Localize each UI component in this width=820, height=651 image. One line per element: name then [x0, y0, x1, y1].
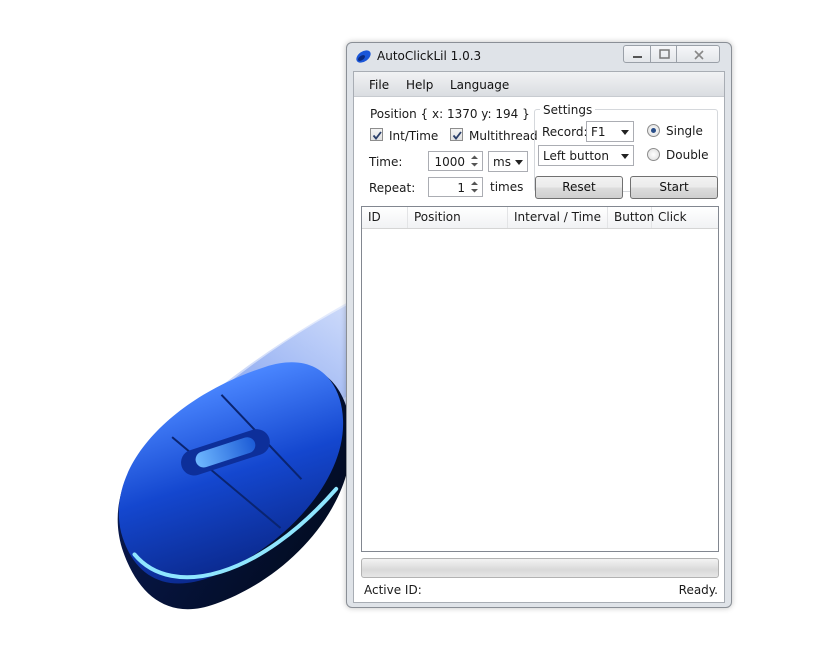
record-label: Record:	[542, 125, 588, 139]
single-click-label: Single	[666, 124, 703, 138]
mouse-button-value: Left button	[543, 149, 609, 163]
single-click-radio[interactable]	[647, 124, 660, 137]
spin-arrows-icon[interactable]	[468, 179, 481, 195]
active-id-label: Active ID:	[364, 583, 422, 597]
position-readout: Position { x: 1370 y: 194 }	[370, 107, 530, 121]
record-key-select[interactable]: F1	[586, 121, 634, 142]
column-id[interactable]: ID	[362, 207, 408, 228]
checkmark-icon	[452, 131, 462, 140]
minimize-icon	[633, 56, 642, 58]
close-button[interactable]	[676, 45, 720, 63]
menu-bar: File Help Language	[354, 72, 724, 97]
close-icon	[694, 50, 704, 60]
record-key-value: F1	[591, 125, 606, 139]
menu-help[interactable]: Help	[406, 78, 433, 92]
time-label: Time:	[369, 155, 403, 169]
time-input[interactable]: 1000	[428, 151, 483, 171]
menu-language[interactable]: Language	[450, 78, 509, 92]
radio-selected-dot	[651, 128, 656, 133]
column-interval-time[interactable]: Interval / Time	[508, 207, 608, 228]
status-text: Ready.	[678, 583, 718, 597]
repeat-unit-label: times	[490, 180, 524, 194]
int-time-label: Int/Time	[389, 129, 439, 143]
multithread-checkbox[interactable]	[450, 128, 463, 141]
reset-button[interactable]: Reset	[535, 176, 623, 199]
client-area: File Help Language Position { x: 1370 y:…	[353, 71, 725, 603]
table-body[interactable]	[362, 230, 718, 551]
menu-file[interactable]: File	[369, 78, 389, 92]
checkmark-icon	[372, 131, 382, 140]
chevron-down-icon	[621, 154, 629, 159]
multithread-label: Multithread	[469, 129, 538, 143]
app-pill-icon	[356, 50, 371, 63]
spin-arrows-icon[interactable]	[468, 153, 481, 169]
maximize-icon	[659, 49, 670, 59]
clicks-table[interactable]: ID Position Interval / Time Button Click	[361, 206, 719, 552]
window-title: AutoClickLil 1.0.3	[377, 49, 482, 63]
column-button[interactable]: Button	[608, 207, 654, 228]
column-position[interactable]: Position	[408, 207, 508, 228]
time-unit-value: ms	[493, 155, 511, 169]
progress-bar	[361, 558, 719, 578]
maximize-button[interactable]	[650, 45, 677, 63]
title-bar[interactable]: AutoClickLil 1.0.3	[347, 43, 731, 71]
double-click-label: Double	[666, 148, 709, 162]
table-header: ID Position Interval / Time Button Click	[362, 207, 718, 229]
time-value: 1000	[434, 155, 465, 169]
repeat-input[interactable]: 1	[428, 177, 483, 197]
repeat-value: 1	[457, 181, 465, 195]
double-click-radio[interactable]	[647, 148, 660, 161]
repeat-label: Repeat:	[369, 181, 416, 195]
time-unit-select[interactable]: ms	[488, 151, 528, 172]
chevron-down-icon	[515, 160, 523, 165]
column-click[interactable]: Click	[652, 207, 718, 228]
mouse-button-select[interactable]: Left button	[538, 145, 634, 166]
settings-title: Settings	[540, 103, 596, 117]
start-button[interactable]: Start	[630, 176, 718, 199]
minimize-button[interactable]	[623, 45, 651, 63]
app-window: AutoClickLil 1.0.3 File Help Language Po…	[346, 42, 732, 608]
chevron-down-icon	[621, 130, 629, 135]
int-time-checkbox[interactable]	[370, 128, 383, 141]
